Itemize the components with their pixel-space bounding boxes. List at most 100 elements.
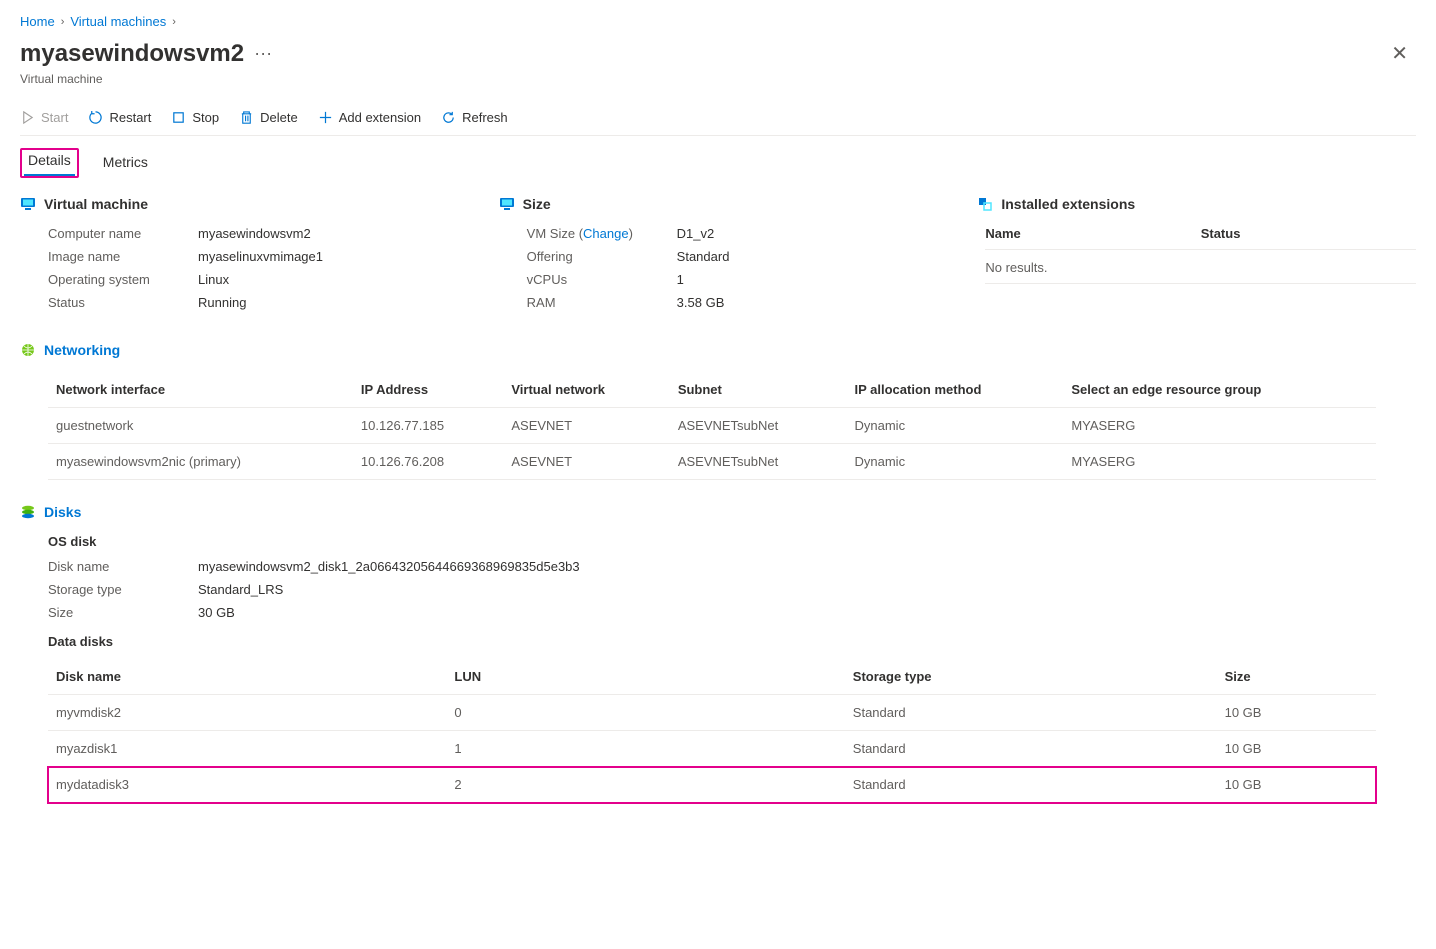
refresh-label: Refresh (462, 110, 508, 125)
page-title: myasewindowsvm2 (20, 40, 244, 68)
cell-vnet: ASEVNET (503, 408, 669, 444)
tab-bar: Details Metrics (20, 148, 1416, 178)
net-col-nic[interactable]: Network interface (48, 372, 353, 408)
cell-name: myvmdisk2 (48, 695, 446, 731)
section-heading-networking[interactable]: Networking (20, 342, 1416, 358)
chevron-right-icon: › (172, 16, 176, 28)
more-actions-button[interactable]: ··· (254, 43, 272, 64)
value-vcpus: 1 (677, 272, 684, 287)
cell-storage: Standard (845, 767, 1217, 803)
cell-name: myazdisk1 (48, 731, 446, 767)
tab-metrics[interactable]: Metrics (99, 148, 152, 178)
size-icon (499, 196, 515, 212)
refresh-button[interactable]: Refresh (441, 110, 508, 125)
resource-type-label: Virtual machine (20, 72, 1416, 86)
cell-size: 10 GB (1217, 731, 1376, 767)
table-row[interactable]: mydatadisk32Standard10 GB (48, 767, 1376, 803)
refresh-icon (441, 110, 456, 125)
tab-details[interactable]: Details (24, 146, 75, 176)
net-col-alloc[interactable]: IP allocation method (847, 372, 1064, 408)
data-disks-heading: Data disks (48, 634, 1416, 649)
value-osdisk-storage: Standard_LRS (198, 582, 283, 597)
ext-col-name: Name (985, 226, 1200, 241)
cell-lun: 0 (446, 695, 844, 731)
restart-button[interactable]: Restart (88, 110, 151, 125)
delete-label: Delete (260, 110, 298, 125)
label-vmsize: VM Size (Change) (527, 226, 677, 241)
label-ram: RAM (527, 295, 677, 310)
net-col-vnet[interactable]: Virtual network (503, 372, 669, 408)
cell-subnet: ASEVNETsubNet (670, 408, 847, 444)
section-heading-extensions: Installed extensions (977, 196, 1416, 212)
add-extension-button[interactable]: Add extension (318, 110, 421, 125)
ext-col-status: Status (1201, 226, 1416, 241)
table-row[interactable]: myasewindowsvm2nic (primary)10.126.76.20… (48, 444, 1376, 480)
cell-name: mydatadisk3 (48, 767, 446, 803)
trash-icon (239, 110, 254, 125)
disk-col-name[interactable]: Disk name (48, 659, 446, 695)
label-status: Status (48, 295, 198, 310)
extension-icon (977, 196, 993, 212)
extensions-heading-label: Installed extensions (1001, 196, 1135, 212)
cell-vnet: ASEVNET (503, 444, 669, 480)
label-osdisk-size: Size (48, 605, 198, 620)
cell-nic: myasewindowsvm2nic (primary) (48, 444, 353, 480)
highlight-details-tab: Details (20, 148, 79, 178)
start-label: Start (41, 110, 68, 125)
label-offering: Offering (527, 249, 677, 264)
table-row[interactable]: myazdisk11Standard10 GB (48, 731, 1376, 767)
breadcrumb: Home › Virtual machines › (20, 14, 1416, 29)
stop-label: Stop (192, 110, 219, 125)
section-heading-disks[interactable]: Disks (20, 504, 1416, 520)
label-computer-name: Computer name (48, 226, 198, 241)
disks-icon (20, 504, 36, 520)
disk-col-lun[interactable]: LUN (446, 659, 844, 695)
cell-size: 10 GB (1217, 767, 1376, 803)
table-row[interactable]: myvmdisk20Standard10 GB (48, 695, 1376, 731)
value-computer-name: myasewindowsvm2 (198, 226, 311, 241)
start-button[interactable]: Start (20, 110, 68, 125)
command-bar: Start Restart Stop Delete Add extension … (20, 104, 1416, 136)
cell-lun: 1 (446, 731, 844, 767)
cell-alloc: Dynamic (847, 408, 1064, 444)
breadcrumb-vms[interactable]: Virtual machines (70, 14, 166, 29)
stop-button[interactable]: Stop (171, 110, 219, 125)
label-osdisk-name: Disk name (48, 559, 198, 574)
plus-icon (318, 110, 333, 125)
cell-lun: 2 (446, 767, 844, 803)
disk-col-storage[interactable]: Storage type (845, 659, 1217, 695)
value-status: Running (198, 295, 246, 310)
play-icon (20, 110, 35, 125)
table-row[interactable]: guestnetwork10.126.77.185ASEVNETASEVNETs… (48, 408, 1376, 444)
delete-button[interactable]: Delete (239, 110, 298, 125)
label-os: Operating system (48, 272, 198, 287)
value-image-name: myaselinuxvmimage1 (198, 249, 323, 264)
value-vmsize: D1_v2 (677, 226, 715, 241)
disks-heading-label: Disks (44, 504, 81, 520)
vm-heading-label: Virtual machine (44, 196, 148, 212)
change-size-link[interactable]: Change (583, 226, 629, 241)
net-col-ip[interactable]: IP Address (353, 372, 503, 408)
cell-storage: Standard (845, 731, 1217, 767)
section-heading-size: Size (499, 196, 938, 212)
size-heading-label: Size (523, 196, 551, 212)
value-osdisk-size: 30 GB (198, 605, 235, 620)
networking-table: Network interface IP Address Virtual net… (48, 372, 1376, 480)
cell-nic: guestnetwork (48, 408, 353, 444)
disk-col-size[interactable]: Size (1217, 659, 1376, 695)
vmsize-text: VM Size (527, 226, 575, 241)
section-heading-vm: Virtual machine (20, 196, 459, 212)
net-col-subnet[interactable]: Subnet (670, 372, 847, 408)
networking-heading-label: Networking (44, 342, 120, 358)
cell-erg: MYASERG (1063, 444, 1376, 480)
value-offering: Standard (677, 249, 730, 264)
os-disk-heading: OS disk (48, 534, 1416, 549)
extensions-empty-message: No results. (985, 260, 1416, 284)
cell-size: 10 GB (1217, 695, 1376, 731)
close-icon[interactable]: ✕ (1383, 37, 1416, 70)
cell-ip: 10.126.76.208 (353, 444, 503, 480)
cell-alloc: Dynamic (847, 444, 1064, 480)
stop-icon (171, 110, 186, 125)
breadcrumb-home[interactable]: Home (20, 14, 55, 29)
net-col-erg[interactable]: Select an edge resource group (1063, 372, 1376, 408)
